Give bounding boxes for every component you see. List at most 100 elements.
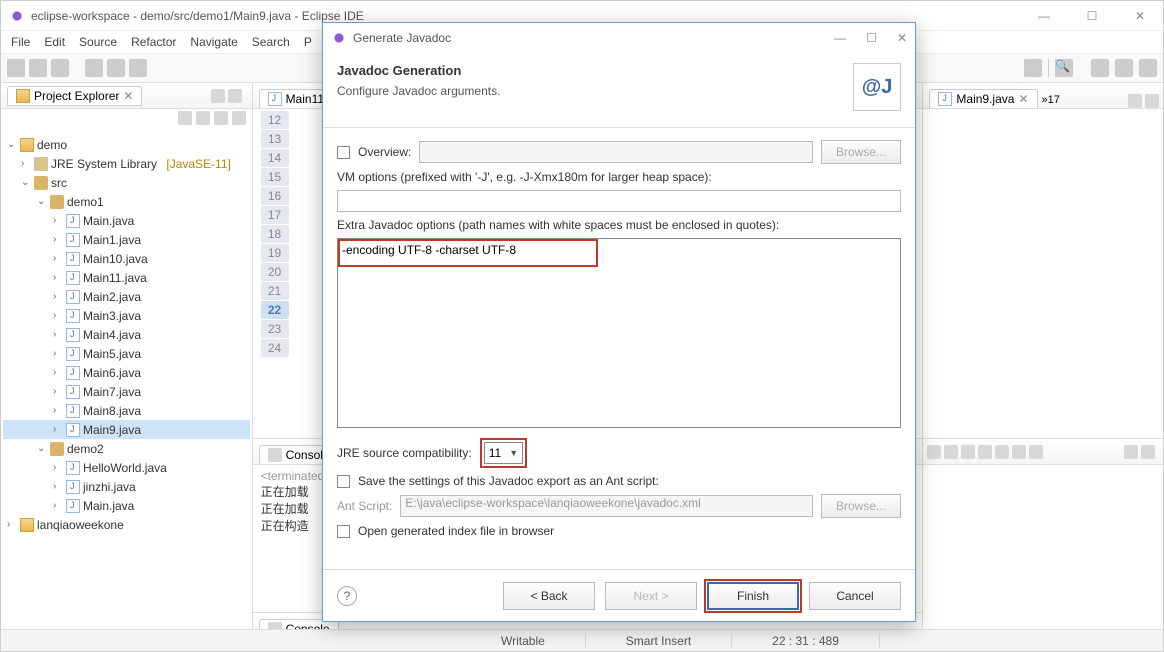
- minimize-pane-icon[interactable]: [1128, 94, 1142, 108]
- maximize-pane-icon[interactable]: [228, 89, 242, 103]
- dialog-close-button[interactable]: ✕: [897, 31, 907, 45]
- menu-navigate[interactable]: Navigate: [190, 35, 237, 49]
- back-button[interactable]: < Back: [503, 582, 595, 610]
- maximize-pane-icon[interactable]: [1141, 445, 1155, 459]
- debug-icon[interactable]: [85, 59, 103, 77]
- minimize-pane-icon[interactable]: [211, 89, 225, 103]
- eclipse-icon: [9, 8, 25, 24]
- ant-script-label: Ant Script:: [337, 499, 392, 513]
- maximize-button[interactable]: ☐: [1077, 9, 1107, 23]
- project-explorer-label: Project Explorer: [34, 89, 119, 103]
- right-editor-area: Main9.java✕ »17: [923, 83, 1163, 638]
- menu-file[interactable]: File: [11, 35, 30, 49]
- tree-file[interactable]: ›Main.java: [3, 211, 250, 230]
- overview-browse-button[interactable]: Browse...: [821, 140, 901, 164]
- coverage-icon[interactable]: [129, 59, 147, 77]
- menu-refactor[interactable]: Refactor: [131, 35, 176, 49]
- dialog-minimize-button[interactable]: —: [834, 31, 846, 45]
- tree-file[interactable]: ›Main11.java: [3, 268, 250, 287]
- project-explorer-pane: Project Explorer ✕ ⌄demo ›JRE System Lib…: [1, 83, 253, 638]
- cancel-button[interactable]: Cancel: [809, 582, 901, 610]
- tab-close-icon[interactable]: ✕: [123, 89, 133, 103]
- tree-file[interactable]: ›Main.java: [3, 496, 250, 515]
- tree-file[interactable]: ›Main10.java: [3, 249, 250, 268]
- tree-file[interactable]: ›Main3.java: [3, 306, 250, 325]
- view-menu-icon[interactable]: [232, 111, 246, 125]
- console-toolbar-icon[interactable]: [978, 445, 992, 459]
- project-tree: ⌄demo ›JRE System Library [JavaSE-11] ⌄s…: [1, 131, 252, 638]
- save-icon[interactable]: [29, 59, 47, 77]
- tree-project-lanqiao[interactable]: ›lanqiaoweekone: [3, 515, 250, 534]
- ant-script-field: E:\java\eclipse-workspace\lanqiaoweekone…: [400, 495, 813, 517]
- extra-options-label: Extra Javadoc options (path names with w…: [337, 218, 779, 232]
- close-button[interactable]: ✕: [1125, 9, 1155, 23]
- tree-jre-library[interactable]: ›JRE System Library [JavaSE-11]: [3, 154, 250, 173]
- menu-search[interactable]: Search: [252, 35, 290, 49]
- ant-browse-button[interactable]: Browse...: [821, 494, 901, 518]
- highlight-annotation: 11 ▼: [480, 438, 527, 468]
- tree-file[interactable]: ›jinzhi.java: [3, 477, 250, 496]
- save-ant-checkbox[interactable]: [337, 475, 350, 488]
- link-editor-icon[interactable]: [196, 111, 210, 125]
- console-toolbar-icon[interactable]: [927, 445, 941, 459]
- tree-pkg-demo2[interactable]: ⌄demo2: [3, 439, 250, 458]
- javadoc-icon: @J: [853, 63, 901, 111]
- editor-tab-main9[interactable]: Main9.java✕: [929, 89, 1037, 108]
- console-icon: [268, 448, 282, 462]
- minimize-pane-icon[interactable]: [1124, 445, 1138, 459]
- tree-file[interactable]: ›Main5.java: [3, 344, 250, 363]
- tree-file[interactable]: ›Main6.java: [3, 363, 250, 382]
- tree-file[interactable]: ›Main8.java: [3, 401, 250, 420]
- dialog-heading: Javadoc Generation: [337, 63, 500, 78]
- console-toolbar-icon[interactable]: [1029, 445, 1043, 459]
- overview-checkbox[interactable]: [337, 146, 350, 159]
- open-index-label: Open generated index file in browser: [358, 524, 554, 538]
- java-perspective-icon[interactable]: [1115, 59, 1133, 77]
- run-icon[interactable]: [107, 59, 125, 77]
- vm-options-input[interactable]: [337, 190, 901, 212]
- search-icon[interactable]: 🔍: [1055, 59, 1073, 77]
- status-insert: Smart Insert: [586, 634, 732, 648]
- overview-label: Overview:: [358, 145, 411, 159]
- help-button[interactable]: ?: [337, 586, 357, 606]
- tree-project-demo[interactable]: ⌄demo: [3, 135, 250, 154]
- saveall-icon[interactable]: [51, 59, 69, 77]
- next-button[interactable]: Next >: [605, 582, 697, 610]
- tree-file[interactable]: ›HelloWorld.java: [3, 458, 250, 477]
- perspective-icon[interactable]: [1091, 59, 1109, 77]
- tree-file[interactable]: ›Main7.java: [3, 382, 250, 401]
- console-toolbar-icon[interactable]: [944, 445, 958, 459]
- tree-src[interactable]: ⌄src: [3, 173, 250, 192]
- jre-compat-label: JRE source compatibility:: [337, 446, 472, 460]
- filter-icon[interactable]: [214, 111, 228, 125]
- maximize-pane-icon[interactable]: [1145, 94, 1159, 108]
- finish-button[interactable]: Finish: [707, 582, 799, 610]
- tree-file[interactable]: ›Main4.java: [3, 325, 250, 344]
- new-icon[interactable]: [7, 59, 25, 77]
- dialog-subtitle: Configure Javadoc arguments.: [337, 84, 500, 98]
- console-toolbar-icon[interactable]: [1012, 445, 1026, 459]
- collapse-all-icon[interactable]: [178, 111, 192, 125]
- status-writable: Writable: [461, 634, 586, 648]
- tree-file[interactable]: ›Main2.java: [3, 287, 250, 306]
- minimize-button[interactable]: —: [1029, 9, 1059, 23]
- vm-options-label: VM options (prefixed with '-J', e.g. -J-…: [337, 170, 712, 184]
- debug-perspective-icon[interactable]: [1139, 59, 1157, 77]
- dialog-maximize-button[interactable]: ☐: [866, 31, 877, 45]
- menu-p[interactable]: P: [304, 35, 312, 49]
- extra-options-textarea[interactable]: -encoding UTF-8 -charset UTF-8: [337, 238, 901, 428]
- menu-source[interactable]: Source: [79, 35, 117, 49]
- statusbar: Writable Smart Insert 22 : 31 : 489: [1, 629, 1163, 651]
- menu-edit[interactable]: Edit: [44, 35, 65, 49]
- jre-compat-select[interactable]: 11 ▼: [484, 442, 523, 464]
- tree-file[interactable]: ›Main1.java: [3, 230, 250, 249]
- open-index-checkbox[interactable]: [337, 525, 350, 538]
- tab-overflow[interactable]: »17: [1038, 92, 1064, 108]
- console-toolbar-icon[interactable]: [961, 445, 975, 459]
- project-explorer-tab[interactable]: Project Explorer ✕: [7, 86, 142, 106]
- tree-file-selected[interactable]: ›Main9.java: [3, 420, 250, 439]
- tab-close-icon[interactable]: ✕: [1018, 92, 1028, 106]
- open-type-icon[interactable]: [1024, 59, 1042, 77]
- tree-pkg-demo1[interactable]: ⌄demo1: [3, 192, 250, 211]
- console-toolbar-icon[interactable]: [995, 445, 1009, 459]
